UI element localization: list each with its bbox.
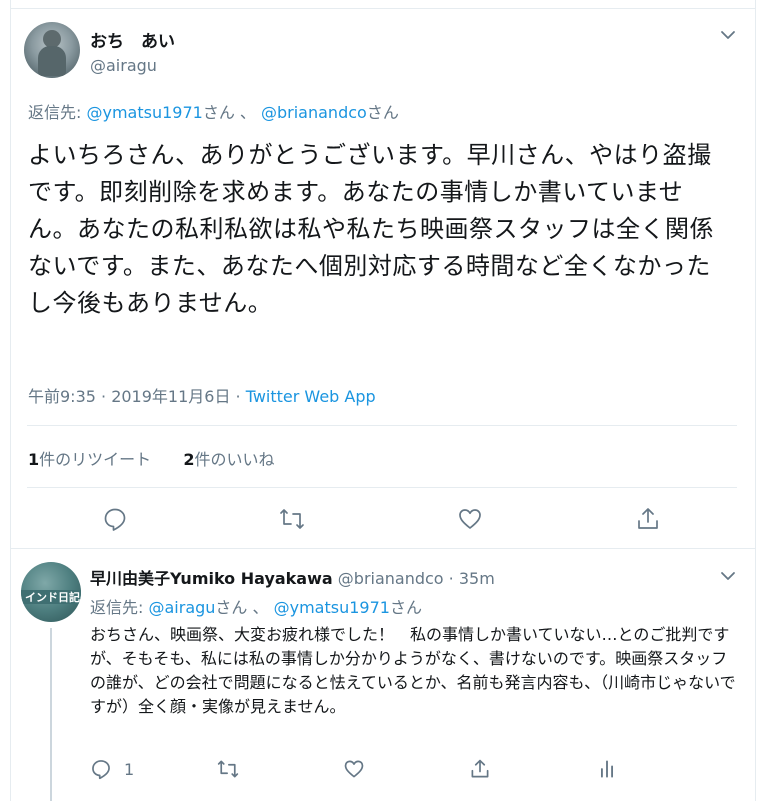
avatar-figure-body (38, 46, 66, 76)
reply-icon[interactable] (90, 758, 112, 780)
chevron-down-icon[interactable] (719, 567, 737, 585)
user-handle[interactable]: @airagu (90, 56, 157, 75)
display-name[interactable]: おち あい (90, 27, 175, 52)
like-label: 件のいいね (194, 450, 275, 469)
mention-link[interactable]: @ymatsu1971 (86, 103, 202, 122)
thread-line (50, 628, 52, 801)
tweet-meta: 午前9:35 · 2019年11月6日 · Twitter Web App (28, 383, 376, 407)
tweet-header: 早川由美子Yumiko Hayakawa @brianandco · 35m (90, 565, 495, 589)
reply-suffix: さん 、 (215, 598, 274, 617)
user-handle[interactable]: @brianandco (338, 569, 444, 588)
display-name[interactable]: 早川由美子Yumiko Hayakawa (90, 569, 333, 588)
retweet-icon[interactable] (279, 506, 305, 532)
reply-suffix: さん (366, 103, 399, 122)
like-icon[interactable] (457, 506, 483, 532)
mention-link[interactable]: @airagu (148, 598, 215, 617)
retweet-count: 1 (28, 450, 40, 469)
avatar[interactable] (24, 22, 80, 78)
reply-count: 1 (124, 760, 135, 779)
tweet-divider (10, 548, 755, 549)
like-stat[interactable]: 2件のいいね (183, 450, 274, 469)
source-link[interactable]: Twitter Web App (246, 387, 376, 406)
like-count: 2 (183, 450, 195, 469)
chevron-down-icon[interactable] (719, 26, 737, 44)
reply-prefix: 返信先: (28, 103, 87, 122)
share-icon[interactable] (635, 506, 661, 532)
tweet-stats: 1件のリツイート 2件のいいね (28, 446, 275, 470)
reply-suffix: さん (389, 598, 422, 617)
retweet-stat[interactable]: 1件のリツイート (28, 450, 151, 469)
like-icon[interactable] (343, 758, 365, 780)
avatar[interactable]: インド日記 (21, 562, 81, 622)
tweet-text: よいちろさん、ありがとうございます。早川さん、やはり盗撮です。即刻削除を求めます… (28, 141, 714, 317)
mention-link[interactable]: @brianandco (261, 103, 367, 122)
divider (27, 487, 737, 488)
retweet-label: 件のリツイート (39, 450, 152, 469)
share-icon[interactable] (469, 758, 491, 780)
reply-icon[interactable] (102, 506, 128, 532)
analytics-icon[interactable] (596, 758, 618, 780)
avatar-text: インド日記 (25, 591, 80, 604)
replying-to: 返信先: @ymatsu1971さん 、 @brianandcoさん (28, 99, 399, 123)
reply-suffix: さん 、 (202, 103, 261, 122)
divider (27, 425, 737, 426)
tweet-time[interactable]: · 35m (444, 569, 495, 588)
reply-prefix: 返信先: (90, 598, 149, 617)
timestamp[interactable]: 午前9:35 · 2019年11月6日 · (28, 387, 246, 406)
replying-to: 返信先: @airaguさん 、 @ymatsu1971さん (90, 594, 422, 618)
top-border (10, 8, 755, 9)
tweet-text: おちさん、映画祭、大変お疲れ様でした！ 私の事情しか書いていない…とのご批判です… (90, 625, 736, 716)
mention-link[interactable]: @ymatsu1971 (274, 598, 390, 617)
retweet-icon[interactable] (217, 758, 239, 780)
